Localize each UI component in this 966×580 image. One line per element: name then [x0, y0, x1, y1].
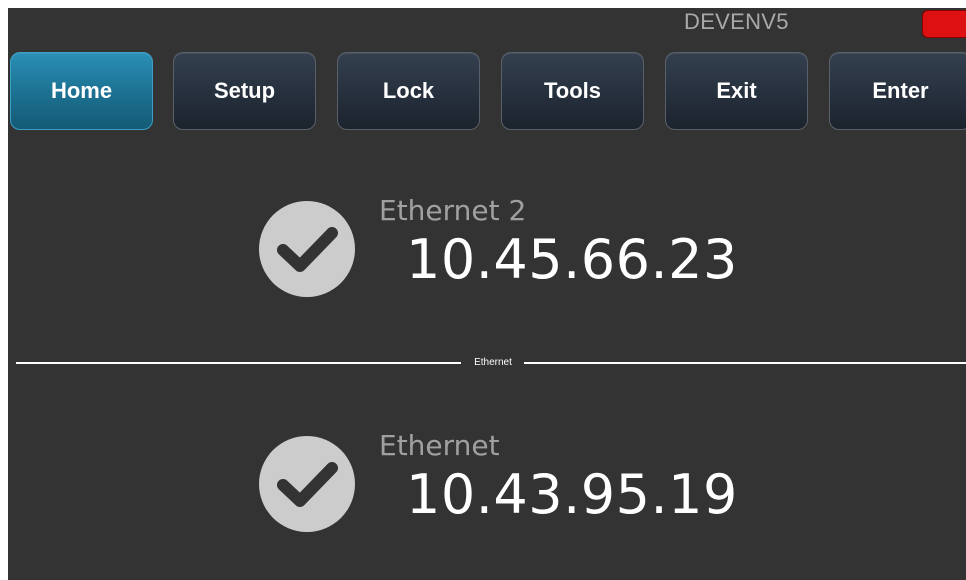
connection-name: Ethernet: [379, 429, 500, 462]
section-separator: Ethernet: [16, 357, 966, 369]
separator-label: Ethernet: [474, 357, 512, 368]
check-circle-icon: [259, 436, 355, 532]
hostname-label: DEVENV5: [684, 9, 789, 34]
separator-line: [524, 362, 966, 364]
connection-ethernet-2: Ethernet 2 10.45.66.23: [258, 193, 737, 303]
tools-button[interactable]: Tools: [501, 52, 644, 130]
connection-name: Ethernet 2: [379, 194, 527, 227]
exit-button[interactable]: Exit: [665, 52, 808, 130]
lock-button[interactable]: Lock: [337, 52, 480, 130]
setup-button[interactable]: Setup: [173, 52, 316, 130]
app-window: DEVENV5 Home Setup Lock Tools Exit Enter…: [8, 8, 966, 580]
status-indicator[interactable]: [922, 10, 966, 38]
enter-button[interactable]: Enter: [829, 52, 966, 130]
connection-ethernet: Ethernet 10.43.95.19: [258, 428, 737, 538]
home-button[interactable]: Home: [10, 52, 153, 130]
ip-address: 10.45.66.23: [406, 228, 738, 291]
separator-line: [16, 362, 461, 364]
check-circle-icon: [259, 201, 355, 297]
ip-address: 10.43.95.19: [406, 463, 738, 526]
